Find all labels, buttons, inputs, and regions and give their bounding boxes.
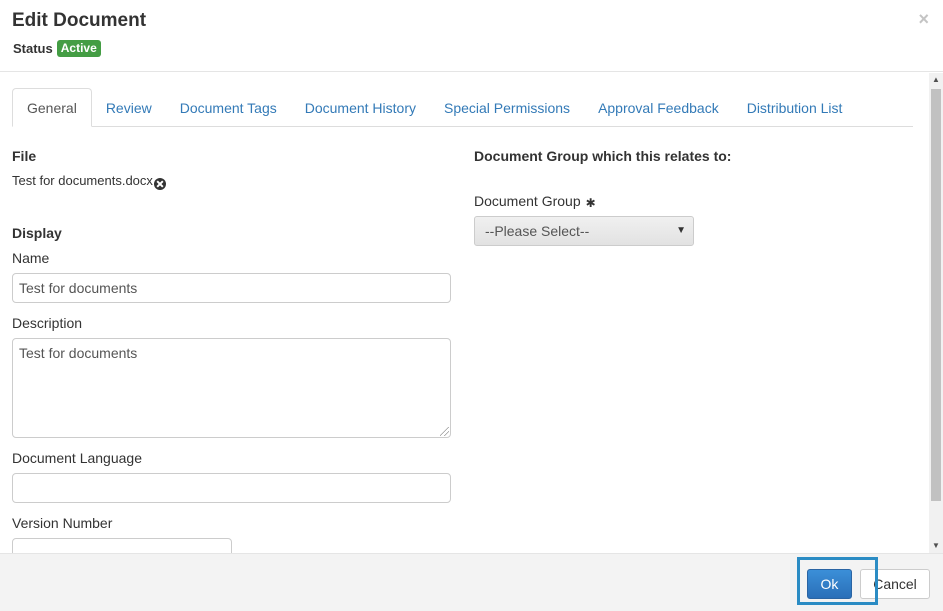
tab-review[interactable]: Review <box>92 89 166 126</box>
caret-down-icon: ▼ <box>676 225 686 236</box>
document-group-label: Document Group <box>474 193 581 209</box>
edit-document-modal: Edit Document Status Active × General Re… <box>0 0 943 611</box>
file-name[interactable]: Test for documents.docx <box>12 173 153 188</box>
description-textarea[interactable]: Test for documents <box>12 338 451 438</box>
modal-body: General Review Document Tags Document Hi… <box>0 73 929 553</box>
status-row: Status Active <box>13 40 101 57</box>
vertical-scrollbar[interactable]: ▲ ▼ <box>929 73 943 553</box>
tab-bar: General Review Document Tags Document Hi… <box>12 88 913 127</box>
document-group-select[interactable]: --Please Select-- ▼ <box>474 216 694 246</box>
display-heading: Display <box>12 225 62 241</box>
file-heading: File <box>12 148 37 164</box>
resize-handle-icon[interactable] <box>440 427 449 436</box>
scrollbar-thumb[interactable] <box>931 89 941 501</box>
modal-title: Edit Document <box>12 10 147 31</box>
document-group-label-row: Document Group ✱ <box>474 193 596 210</box>
status-label: Status <box>13 41 53 56</box>
tab-document-history[interactable]: Document History <box>291 89 430 126</box>
cancel-button[interactable]: Cancel <box>860 569 930 599</box>
ok-button[interactable]: Ok <box>807 569 852 599</box>
document-group-select-value: --Please Select-- <box>485 223 590 239</box>
scroll-up-arrow-icon[interactable]: ▲ <box>929 73 943 87</box>
close-icon[interactable]: × <box>918 10 929 28</box>
description-value: Test for documents <box>19 345 138 361</box>
document-group-heading: Document Group which this relates to: <box>474 148 732 164</box>
language-input[interactable] <box>12 473 451 503</box>
version-input[interactable] <box>12 538 232 553</box>
required-icon: ✱ <box>585 196 596 210</box>
tab-special-permissions[interactable]: Special Permissions <box>430 89 584 126</box>
description-label: Description <box>12 315 83 331</box>
tab-general[interactable]: General <box>12 88 92 127</box>
tab-approval-feedback[interactable]: Approval Feedback <box>584 89 733 126</box>
scroll-down-arrow-icon[interactable]: ▼ <box>929 539 943 553</box>
name-input[interactable]: Test for documents <box>12 273 451 303</box>
name-label: Name <box>12 250 50 266</box>
status-badge: Active <box>56 40 101 57</box>
version-label: Version Number <box>12 515 113 531</box>
name-input-value: Test for documents <box>19 280 138 296</box>
tab-distribution-list[interactable]: Distribution List <box>733 89 857 126</box>
file-row: Test for documents.docx <box>12 173 166 190</box>
modal-header: Edit Document Status Active × <box>0 0 943 72</box>
modal-footer: Ok Cancel <box>0 553 943 611</box>
remove-file-icon[interactable] <box>153 178 166 190</box>
language-label: Document Language <box>12 450 142 466</box>
tab-document-tags[interactable]: Document Tags <box>166 89 291 126</box>
